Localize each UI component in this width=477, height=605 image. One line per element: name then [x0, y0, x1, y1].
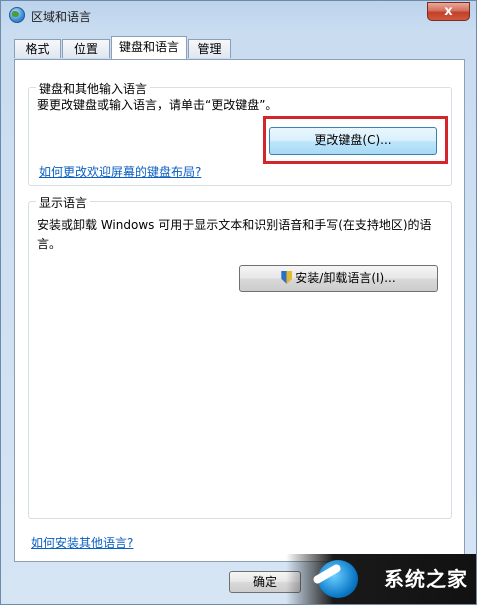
- tab-administrative[interactable]: 管理: [188, 39, 231, 58]
- tab-location[interactable]: 位置: [62, 39, 110, 58]
- welcome-keyboard-help-link[interactable]: 如何更改欢迎屏幕的键盘布局?: [39, 163, 201, 180]
- display-language-group-title: 显示语言: [36, 194, 91, 211]
- display-language-description-line2: 言。: [37, 237, 62, 251]
- install-uninstall-languages-button[interactable]: 安装/卸载语言(I)...: [239, 265, 438, 292]
- watermark-text: 系统之家: [384, 567, 468, 591]
- tab-formats[interactable]: 格式: [14, 39, 61, 58]
- tab-keyboards-languages[interactable]: 键盘和语言: [111, 36, 187, 59]
- title-bar[interactable]: 区域和语言 x: [1, 1, 476, 31]
- display-language-description-line1: 安装或卸载 Windows 可用于显示文本和识别语音和手写(在支持地区)的语: [37, 218, 432, 232]
- keyboard-group-title: 键盘和其他输入语言: [36, 80, 151, 97]
- display-language-group: 显示语言 安装或卸载 Windows 可用于显示文本和识别语音和手写(在支持地区…: [28, 194, 452, 519]
- install-languages-help-link[interactable]: 如何安装其他语言?: [31, 534, 133, 551]
- watermark-logo: 系统之家: [286, 554, 476, 604]
- uac-shield-icon: [281, 271, 293, 284]
- window-title: 区域和语言: [31, 10, 92, 24]
- display-language-description: 安装或卸载 Windows 可用于显示文本和识别语音和手写(在支持地区)的语 言…: [37, 216, 447, 254]
- highlight-annotation: [263, 116, 448, 164]
- install-uninstall-languages-label: 安装/卸载语言(I)...: [295, 271, 396, 285]
- region-language-window: 区域和语言 x 格式 位置 键盘和语言 管理 键盘和其他输入语言 要更改键盘或输…: [0, 0, 477, 605]
- globe-icon: [9, 7, 25, 23]
- watermark-logo-mark: [318, 560, 358, 598]
- keyboard-description: 要更改键盘或输入语言，请单击“更改键盘”。: [37, 98, 278, 112]
- close-button[interactable]: x: [427, 2, 470, 21]
